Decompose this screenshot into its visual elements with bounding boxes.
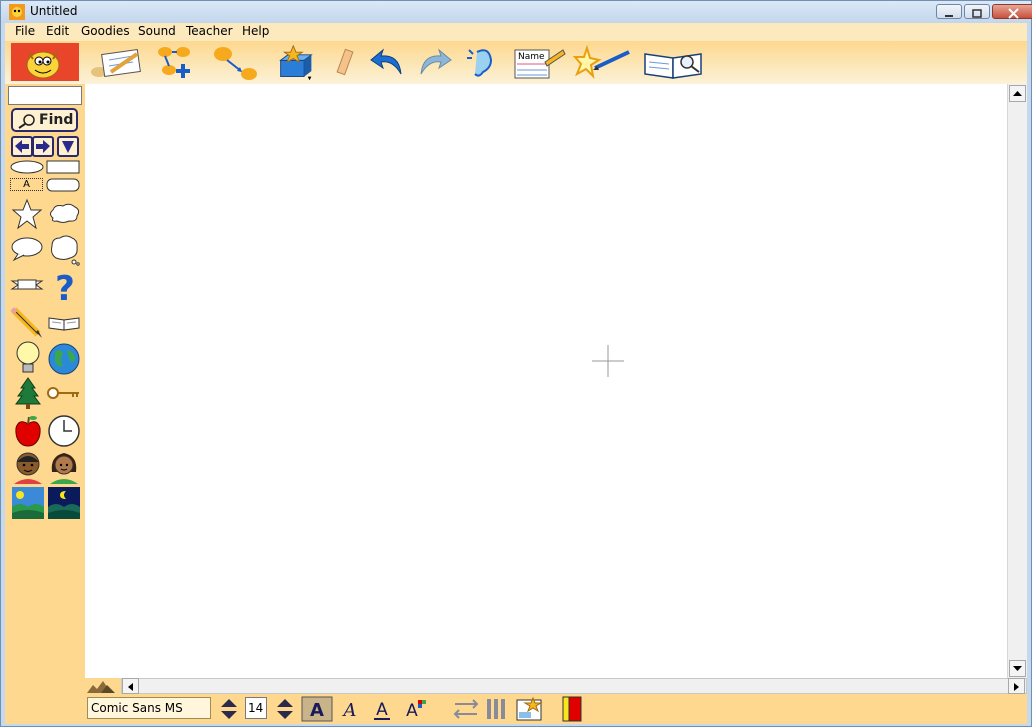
color-swatch-icon[interactable] [561,696,583,722]
scroll-up-button[interactable] [1009,85,1026,102]
close-button[interactable] [992,4,1032,19]
cloud-shape-icon[interactable] [47,202,81,224]
question-mark-icon[interactable]: ? [48,270,82,304]
menu-sound[interactable]: Sound [138,24,176,38]
format-bar: Comic Sans MS 14 A A A A [85,694,1027,724]
night-scene-icon[interactable] [48,487,80,519]
menu-teacher[interactable]: Teacher [186,24,233,38]
menu-edit[interactable]: Edit [46,24,69,38]
girl-face-icon[interactable] [48,450,80,484]
symbol-search-input[interactable] [8,86,82,105]
rounded-rect-shape-icon[interactable] [46,178,80,192]
text-box-tool[interactable]: A [10,178,43,191]
symbol-palette: Find A ? [5,84,85,724]
underline-text-button[interactable]: A [369,696,395,722]
vertical-scrollbar[interactable] [1007,84,1027,678]
font-stepper-icon[interactable] [217,696,241,722]
speak-ear-icon[interactable] [465,44,499,82]
create-link-icon[interactable] [211,44,259,82]
text-color-button[interactable]: A [401,696,427,722]
maximize-button[interactable] [964,4,990,19]
thought-bubble-icon[interactable] [48,234,80,266]
minimize-button[interactable] [936,4,962,19]
minimize-icon [945,15,953,17]
picture-view-icon[interactable] [89,44,145,82]
symbol-library-icon[interactable] [275,44,317,82]
menu-help[interactable]: Help [242,24,269,38]
rapidfire-icon[interactable] [155,44,197,82]
arrow-right-small-icon [1014,683,1019,691]
size-stepper-icon[interactable] [273,696,297,722]
palette-next-button[interactable] [32,136,54,157]
light-bulb-icon[interactable] [13,340,43,376]
name-card-icon[interactable]: Name [511,44,567,82]
day-scene-icon[interactable] [12,487,44,519]
reading-book-icon[interactable] [643,44,705,82]
rectangle-shape-icon[interactable] [46,160,80,174]
horizontal-scroll-row [85,678,1027,694]
horizontal-scrollbar[interactable] [121,678,1027,694]
scroll-right-button[interactable] [1008,678,1025,694]
banner-shape-icon[interactable] [10,278,44,292]
window-title: Untitled [30,4,78,18]
undo-icon[interactable] [369,44,407,82]
arrow-right-icon [36,140,50,153]
restore-icon [972,9,982,18]
arrow-down-icon [1013,666,1022,671]
application-window: Untitled File Edit Goodies Sound Teacher… [0,0,1032,727]
swap-arrows-icon[interactable] [453,696,479,722]
crosshair-cursor-icon [592,345,624,377]
arrow-left-icon [15,140,29,153]
drawing-canvas[interactable] [85,84,1007,678]
svg-text:A: A [376,700,388,720]
palette-menu-button[interactable] [57,136,79,157]
pencil-icon[interactable] [10,306,44,340]
redo-icon[interactable] [415,44,453,82]
menu-goodies[interactable]: Goodies [81,24,130,38]
zoom-mountains-icon[interactable] [87,679,119,693]
magic-paint-icon[interactable] [573,44,633,82]
chevron-down-icon [62,141,74,153]
svg-text:Name: Name [518,52,545,62]
speech-bubble-icon[interactable] [10,236,44,262]
italic-text-button[interactable]: A [337,696,363,722]
find-label: Find [39,112,74,128]
menu-file[interactable]: File [15,24,35,38]
open-book-icon[interactable] [47,312,81,332]
svg-text:A: A [406,701,418,721]
svg-text:A: A [342,700,357,721]
boy-face-icon[interactable] [12,450,44,484]
scroll-down-button[interactable] [1009,660,1026,677]
arrow-left-small-icon [128,683,133,691]
key-icon[interactable] [47,386,81,400]
toolbar: Name [5,41,1027,84]
magnifier-icon [18,114,35,129]
svg-text:?: ? [55,270,75,304]
font-size-field[interactable]: 14 [245,697,267,719]
find-button[interactable]: Find [11,108,78,132]
eraser-icon[interactable] [335,44,357,82]
arrow-up-icon [1013,91,1022,96]
clock-icon[interactable] [47,414,81,448]
oval-shape-icon[interactable] [10,160,44,174]
star-shape-icon[interactable] [11,198,43,230]
title-bar: Untitled [1,1,1032,23]
close-icon [1008,8,1019,19]
mascot-logo-button[interactable] [11,43,79,81]
app-icon [9,4,25,20]
menu-bar: File Edit Goodies Sound Teacher Help [5,23,1027,41]
palette-prev-button[interactable] [11,136,33,157]
scroll-left-button[interactable] [122,678,139,694]
tree-icon[interactable] [15,376,41,410]
bold-text-button[interactable]: A [301,696,333,722]
svg-text:A: A [310,700,324,721]
symbol-keyboard-icon[interactable] [515,696,543,722]
apple-icon[interactable] [13,414,43,448]
globe-icon[interactable] [47,342,81,376]
columns-icon[interactable] [485,696,507,722]
font-name-field[interactable]: Comic Sans MS [87,697,211,719]
